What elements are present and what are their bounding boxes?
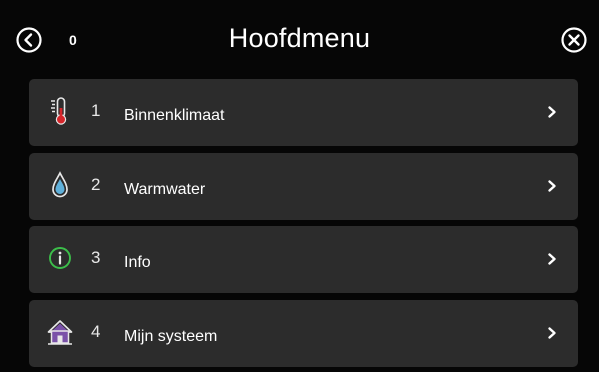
menu-item-mijn-systeem[interactable]: 4 Mijn systeem (29, 300, 578, 367)
close-button[interactable] (560, 26, 588, 54)
house-icon (47, 320, 73, 345)
menu-item-number: 2 (91, 175, 101, 194)
chevron-right-icon (548, 106, 556, 118)
chevron-right-icon (548, 180, 556, 192)
menu-item-info[interactable]: 3 Info (29, 226, 578, 293)
menu-item-label: Info (124, 254, 151, 271)
menu-item-label: Mijn systeem (124, 328, 218, 345)
chevron-right-icon (548, 327, 556, 339)
chevron-right-icon (548, 253, 556, 265)
header: 0 Hoofdmenu (0, 0, 599, 78)
menu-item-number: 1 (91, 101, 101, 120)
menu-item-binnenklimaat[interactable]: 1 Binnenklimaat (29, 79, 578, 146)
page-title: Hoofdmenu (228, 23, 371, 53)
menu-item-label: Warmwater (124, 181, 206, 198)
close-circle-icon (561, 27, 587, 53)
thermometer-icon (51, 97, 67, 125)
menu-item-number: 3 (91, 248, 101, 267)
water-drop-icon (52, 171, 68, 198)
menu-item-label: Binnenklimaat (124, 107, 225, 124)
main-menu-screen: 0 Hoofdmenu 1 Binnenklimaat 2 Warmwater … (0, 0, 599, 372)
info-icon (49, 247, 71, 269)
menu-item-warmwater[interactable]: 2 Warmwater (29, 153, 578, 220)
menu-item-number: 4 (91, 322, 101, 341)
